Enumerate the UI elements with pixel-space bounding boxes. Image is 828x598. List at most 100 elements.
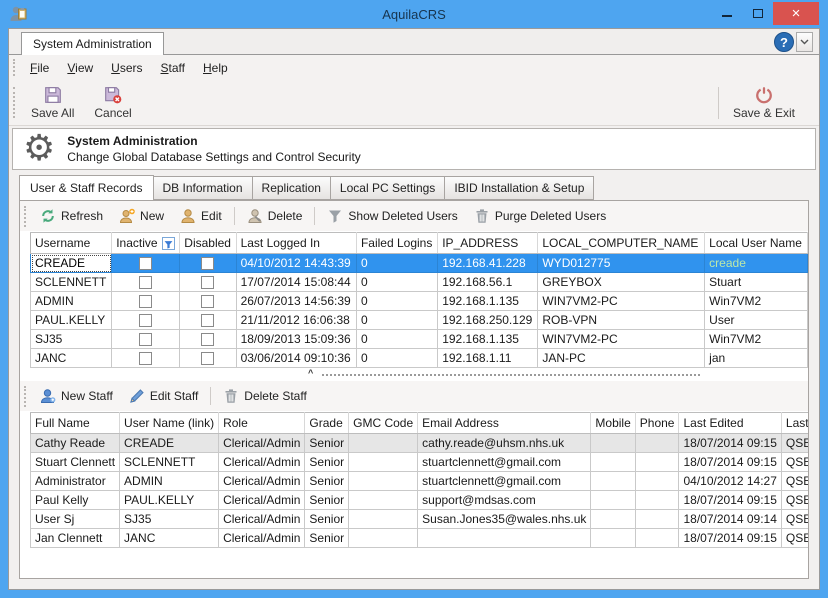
cell-full_name[interactable]: Paul Kelly xyxy=(31,491,120,510)
cell-email[interactable]: Susan.Jones35@wales.nhs.uk xyxy=(418,510,591,529)
cell-mobile[interactable] xyxy=(591,453,635,472)
table-row[interactable]: AdministratorADMINClerical/AdminSeniorst… xyxy=(31,472,810,491)
cell-user_name[interactable]: ADMIN xyxy=(120,472,219,491)
cell-email[interactable]: stuartclennett@gmail.com xyxy=(418,453,591,472)
cell-last_edited[interactable]: 18/07/2014 09:15 xyxy=(679,529,781,548)
purge-deleted-users-button[interactable]: Purge Deleted Users xyxy=(466,204,614,228)
cell-failed_logins[interactable]: 0 xyxy=(356,330,437,349)
cell-last_edited[interactable]: 18/07/2014 09:14 xyxy=(679,510,781,529)
cell-failed_logins[interactable]: 0 xyxy=(356,349,437,368)
cancel-button[interactable]: Cancel xyxy=(84,83,141,123)
minimize-button[interactable] xyxy=(711,2,742,25)
cell-last_edited_by[interactable]: QSECOFR xyxy=(781,491,809,510)
splitter[interactable]: ^ xyxy=(20,368,808,381)
cell-phone[interactable] xyxy=(635,491,679,510)
help-icon[interactable]: ? xyxy=(774,32,794,52)
menu-item-help[interactable]: Help xyxy=(194,57,237,79)
cell-local_computer_name[interactable]: WYD012775 xyxy=(538,254,705,273)
cell-full_name[interactable]: Administrator xyxy=(31,472,120,491)
column-header-mobile[interactable]: Mobile xyxy=(591,413,635,434)
cell-local_computer_name[interactable]: JAN-PC xyxy=(538,349,705,368)
menu-item-users[interactable]: Users xyxy=(102,57,151,79)
cell-role[interactable]: Clerical/Admin xyxy=(219,491,305,510)
cell-role[interactable]: Clerical/Admin xyxy=(219,434,305,453)
new-user-button[interactable]: New xyxy=(111,204,172,228)
cell-local_user_name[interactable]: User xyxy=(705,311,808,330)
column-header-phone[interactable]: Phone xyxy=(635,413,679,434)
cell-grade[interactable]: Senior xyxy=(305,453,349,472)
cell-ip_address[interactable]: 192.168.41.228 xyxy=(438,254,538,273)
disabled-checkbox[interactable] xyxy=(201,295,214,308)
refresh-button[interactable]: Refresh xyxy=(32,204,111,228)
cell-user_name[interactable]: SJ35 xyxy=(120,510,219,529)
cell-full_name[interactable]: Jan Clennett xyxy=(31,529,120,548)
cell-grade[interactable]: Senior xyxy=(305,434,349,453)
edit-staff-button[interactable]: Edit Staff xyxy=(121,384,206,408)
inactive-checkbox[interactable] xyxy=(139,352,152,365)
column-header-full_name[interactable]: Full Name xyxy=(31,413,120,434)
cell-local_computer_name[interactable]: WIN7VM2-PC xyxy=(538,292,705,311)
toolbar-grip-handle[interactable] xyxy=(13,87,18,119)
tab-ibid-installation-setup[interactable]: IBID Installation & Setup xyxy=(445,176,594,200)
maximize-button[interactable] xyxy=(742,2,773,25)
show-deleted-users-button[interactable]: Show Deleted Users xyxy=(319,204,465,228)
save-all-button[interactable]: Save All xyxy=(21,83,84,123)
cell-last_logged_in[interactable]: 21/11/2012 16:06:38 xyxy=(236,311,356,330)
cell-gmc_code[interactable] xyxy=(349,491,418,510)
cell-ip_address[interactable]: 192.168.1.135 xyxy=(438,330,538,349)
cell-last_edited[interactable]: 18/07/2014 09:15 xyxy=(679,491,781,510)
cell-last_logged_in[interactable]: 26/07/2013 14:56:39 xyxy=(236,292,356,311)
close-button[interactable]: × xyxy=(773,2,819,25)
column-header-email[interactable]: Email Address xyxy=(418,413,591,434)
menu-item-staff[interactable]: Staff xyxy=(152,57,194,79)
cell-role[interactable]: Clerical/Admin xyxy=(219,472,305,491)
table-row[interactable]: Cathy ReadeCREADEClerical/AdminSeniorcat… xyxy=(31,434,810,453)
menu-item-file[interactable]: File xyxy=(21,57,58,79)
column-filter-icon[interactable] xyxy=(162,237,175,250)
inactive-checkbox[interactable] xyxy=(139,333,152,346)
cell-last_logged_in[interactable]: 03/06/2014 09:10:36 xyxy=(236,349,356,368)
tab-user-staff-records[interactable]: User & Staff Records xyxy=(19,175,154,201)
table-row[interactable]: CREADE04/10/2012 14:43:390192.168.41.228… xyxy=(31,254,808,273)
cell-failed_logins[interactable]: 0 xyxy=(356,254,437,273)
cell-full_name[interactable]: Stuart Clennett xyxy=(31,453,120,472)
table-row[interactable]: Paul KellyPAUL.KELLYClerical/AdminSenior… xyxy=(31,491,810,510)
inactive-checkbox[interactable] xyxy=(139,276,152,289)
cell-last_logged_in[interactable]: 18/09/2013 15:09:36 xyxy=(236,330,356,349)
users-toolbar-grip[interactable] xyxy=(24,206,29,227)
table-row[interactable]: SJ3518/09/2013 15:09:360192.168.1.135WIN… xyxy=(31,330,808,349)
cell-mobile[interactable] xyxy=(591,510,635,529)
cell-last_edited[interactable]: 18/07/2014 09:15 xyxy=(679,453,781,472)
cell-last_edited_by[interactable]: QSECOFR xyxy=(781,510,809,529)
table-row[interactable]: PAUL.KELLY21/11/2012 16:06:380192.168.25… xyxy=(31,311,808,330)
delete-user-button[interactable]: Delete xyxy=(239,204,311,228)
cell-username[interactable]: ADMIN xyxy=(31,292,112,311)
cell-email[interactable]: support@mdsas.com xyxy=(418,491,591,510)
cell-local_user_name[interactable]: Win7VM2 xyxy=(705,292,808,311)
cell-user_name[interactable]: SCLENNETT xyxy=(120,453,219,472)
tab-replication[interactable]: Replication xyxy=(253,176,331,200)
edit-user-button[interactable]: Edit xyxy=(172,204,230,228)
cell-phone[interactable] xyxy=(635,472,679,491)
cell-last_edited[interactable]: 04/10/2012 14:27 xyxy=(679,472,781,491)
cell-gmc_code[interactable] xyxy=(349,529,418,548)
column-header-local_computer_name[interactable]: LOCAL_COMPUTER_NAME xyxy=(538,233,705,254)
cell-user_name[interactable]: CREADE xyxy=(120,434,219,453)
new-staff-button[interactable]: New Staff xyxy=(32,384,121,408)
table-row[interactable]: JANC03/06/2014 09:10:360192.168.1.11JAN-… xyxy=(31,349,808,368)
tab-local-pc-settings[interactable]: Local PC Settings xyxy=(331,176,445,200)
tab-db-information[interactable]: DB Information xyxy=(154,176,253,200)
document-tab-system-administration[interactable]: System Administration xyxy=(21,32,164,55)
cell-email[interactable] xyxy=(418,529,591,548)
delete-staff-button[interactable]: Delete Staff xyxy=(215,384,314,408)
cell-phone[interactable] xyxy=(635,453,679,472)
cell-local_computer_name[interactable]: WIN7VM2-PC xyxy=(538,330,705,349)
column-header-last_edited[interactable]: Last Edited xyxy=(679,413,781,434)
cell-ip_address[interactable]: 192.168.1.135 xyxy=(438,292,538,311)
column-header-local_user_name[interactable]: Local User Name xyxy=(705,233,808,254)
cell-failed_logins[interactable]: 0 xyxy=(356,292,437,311)
column-header-last_logged_in[interactable]: Last Logged In xyxy=(236,233,356,254)
cell-last_edited_by[interactable]: QSECOFR xyxy=(781,453,809,472)
cell-last_edited_by[interactable]: QSECOFR xyxy=(781,434,809,453)
cell-last_edited_by[interactable]: QSECOFR xyxy=(781,472,809,491)
